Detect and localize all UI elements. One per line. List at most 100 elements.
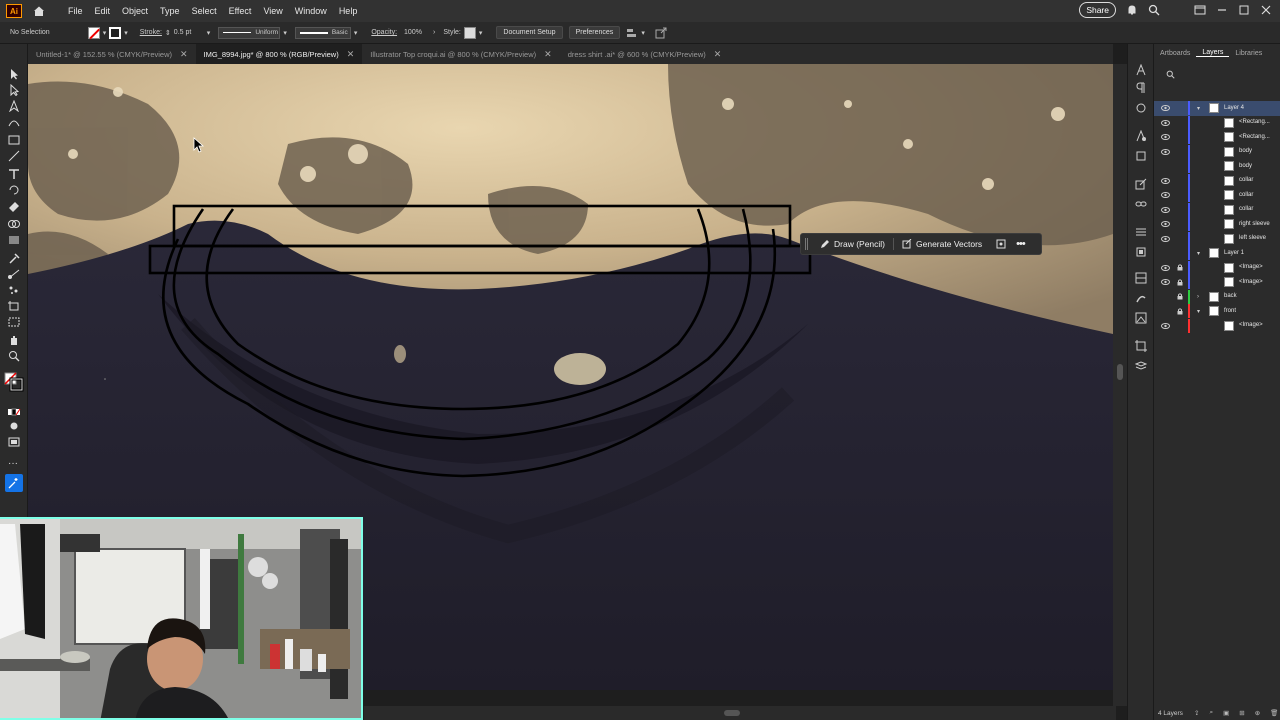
close-icon[interactable] (1260, 4, 1272, 16)
export-asset-icon[interactable] (1135, 178, 1147, 190)
fill-swatch-group[interactable]: ▾ ▾ (87, 26, 128, 39)
panel-tab-artboards[interactable]: Artboards (1154, 50, 1196, 57)
lock-icon[interactable] (1177, 293, 1183, 300)
fill-swatch[interactable] (87, 26, 100, 39)
sublayer-row[interactable]: body (1154, 144, 1280, 160)
share-button[interactable]: Share (1079, 2, 1116, 18)
panel-tab-libraries[interactable]: Libraries (1229, 50, 1268, 57)
line-tool-icon[interactable] (7, 150, 21, 162)
pen-tool-icon[interactable] (7, 100, 21, 112)
vertical-scroll-thumb[interactable] (1117, 364, 1123, 380)
screen-mode-icon[interactable] (7, 436, 21, 448)
chevron-right-icon[interactable]: › (433, 29, 435, 36)
more-tools-icon[interactable]: ··· (8, 458, 18, 469)
new-layer-icon[interactable]: ⊕ (1255, 709, 1260, 717)
eyedropper-tool-icon[interactable] (7, 252, 21, 264)
close-tab-icon[interactable]: ✕ (180, 49, 188, 60)
stepper-icon[interactable]: ⇕ (165, 29, 171, 37)
swatches-icon[interactable] (1135, 272, 1147, 284)
horizontal-scrollbar[interactable] (364, 706, 1116, 720)
vertical-scrollbar[interactable] (1113, 64, 1127, 706)
visibility-eye-icon[interactable] (1161, 105, 1170, 111)
menu-type[interactable]: Type (154, 6, 186, 16)
style-swatch[interactable] (463, 26, 476, 39)
sublayer-row[interactable]: <Rectang... (1154, 130, 1280, 145)
sublayer-row[interactable]: <Image> (1154, 260, 1280, 276)
chevron-down-icon[interactable]: ▾ (1197, 308, 1200, 315)
variable-width-profile[interactable]: Uniform ▾ (218, 26, 287, 39)
curvature-tool-icon[interactable] (7, 116, 21, 128)
menu-window[interactable]: Window (289, 6, 333, 16)
menu-edit[interactable]: Edit (89, 6, 117, 16)
notification-bell-icon[interactable] (1126, 4, 1138, 16)
rectangle-tool-icon[interactable] (7, 134, 21, 146)
chevron-down-icon[interactable]: ▾ (207, 29, 211, 37)
visibility-eye-icon[interactable] (1161, 235, 1170, 242)
generate-vectors-button[interactable]: Generate Vectors (902, 239, 982, 249)
sublayer-row[interactable]: collar (1154, 188, 1280, 203)
visibility-toggle[interactable] (1161, 308, 1170, 314)
search-layer-icon[interactable]: ⌕ (1209, 709, 1213, 717)
export-icon[interactable]: ⇪ (1194, 709, 1199, 717)
stroke-label[interactable]: Stroke: (140, 29, 162, 36)
visibility-toggle[interactable] (1161, 250, 1170, 256)
visibility-eye-icon[interactable] (1161, 119, 1170, 126)
menu-help[interactable]: Help (333, 6, 364, 16)
shape-builder-tool-icon[interactable] (7, 218, 21, 230)
delete-layer-icon[interactable]: 🗑 (1270, 709, 1278, 717)
visibility-eye-icon[interactable] (1161, 148, 1170, 155)
sublayer-row[interactable]: left sleeve (1154, 231, 1280, 247)
menu-file[interactable]: File (62, 6, 89, 16)
menu-view[interactable]: View (257, 6, 288, 16)
close-tab-icon[interactable]: ✕ (544, 49, 552, 60)
fill-stroke-swatches[interactable] (4, 372, 24, 392)
maximize-icon[interactable] (1238, 4, 1250, 16)
draw-pencil-button[interactable]: Draw (Pencil) (820, 239, 885, 249)
rotate-tool-icon[interactable] (7, 184, 21, 196)
layer-row[interactable]: ▾ front (1154, 304, 1280, 319)
chevron-down-icon[interactable]: ▾ (103, 29, 107, 37)
document-tab[interactable]: Illustrator Top croqui.ai @ 800 % (CMYK/… (362, 44, 559, 64)
layer-row[interactable]: ▾ Layer 4 (1154, 101, 1280, 116)
transform-icon[interactable] (1135, 246, 1147, 258)
sublayer-row[interactable]: <Rectang... (1154, 115, 1280, 131)
artboards-panel-icon[interactable] (1135, 340, 1147, 352)
type-tool-icon[interactable] (7, 168, 21, 180)
layers-search[interactable] (1154, 66, 1280, 82)
paragraph-icon[interactable] (1135, 82, 1147, 94)
slice-tool-icon[interactable] (7, 316, 21, 328)
stroke-weight-input[interactable]: 0.5 pt (174, 29, 204, 36)
chevron-down-icon[interactable]: ▾ (1197, 105, 1200, 112)
settings-icon[interactable] (996, 239, 1006, 249)
sublayer-row[interactable]: right sleeve (1154, 217, 1280, 232)
close-tab-icon[interactable]: ✕ (714, 49, 722, 60)
horizontal-scroll-thumb[interactable] (724, 710, 740, 716)
visibility-eye-icon[interactable] (1161, 264, 1170, 271)
selection-tool-icon[interactable] (7, 68, 21, 80)
sublayer-row[interactable]: <Image> (1154, 318, 1280, 334)
generative-ai-button[interactable] (5, 474, 23, 492)
close-tab-icon[interactable]: ✕ (347, 49, 355, 60)
sublayer-row[interactable]: <Image> (1154, 275, 1280, 290)
document-tab[interactable]: Untitled-1* @ 152.55 % (CMYK/Preview) ✕ (28, 44, 196, 64)
libraries-icon[interactable] (1135, 130, 1147, 142)
document-tab[interactable]: IMG_8994.jpg* @ 800 % (RGB/Preview) ✕ (195, 44, 363, 64)
align-icon[interactable] (626, 27, 638, 39)
layer-row[interactable]: ▾ Layer 1 (1154, 246, 1280, 261)
menu-effect[interactable]: Effect (223, 6, 258, 16)
menu-select[interactable]: Select (186, 6, 223, 16)
links-icon[interactable] (1135, 198, 1147, 210)
menu-object[interactable]: Object (116, 6, 154, 16)
visibility-eye-icon[interactable] (1161, 206, 1170, 213)
chevron-down-icon[interactable]: ▾ (124, 29, 128, 37)
visibility-toggle[interactable] (1161, 163, 1170, 169)
sublayer-row[interactable]: body (1154, 159, 1280, 174)
panel-tab-layers[interactable]: Layers (1196, 49, 1230, 57)
sublayer-row[interactable]: collar (1154, 173, 1280, 189)
visibility-eye-icon[interactable] (1161, 192, 1170, 198)
color-mode-icon[interactable] (7, 406, 21, 418)
zoom-tool-icon[interactable] (7, 350, 21, 362)
visibility-eye-icon[interactable] (1161, 177, 1170, 184)
new-sublayer-icon[interactable]: ⊞ (1239, 709, 1244, 717)
symbol-sprayer-tool-icon[interactable] (7, 284, 21, 296)
